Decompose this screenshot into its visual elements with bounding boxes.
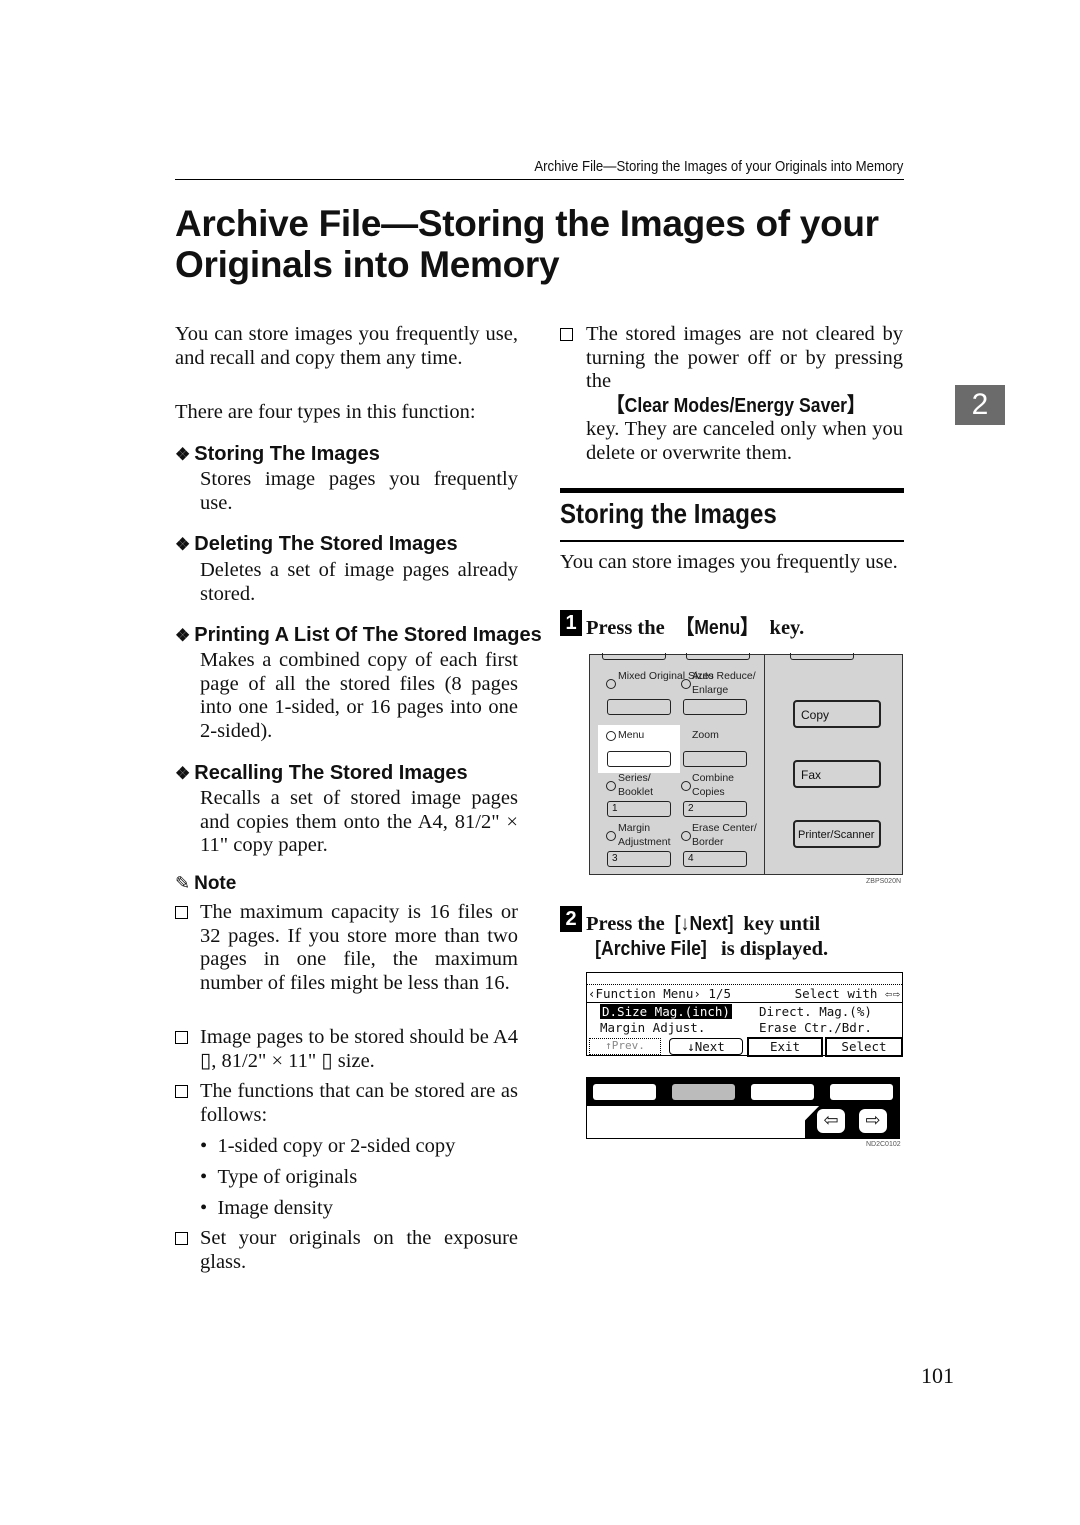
section-heading: Storing the Images xyxy=(560,498,777,529)
type-heading-deleting: ❖ Deleting The Stored Images xyxy=(175,533,458,555)
panel-label: Combine Copies xyxy=(692,772,735,798)
checkbox-bullet-icon xyxy=(175,1232,188,1245)
selection-key[interactable] xyxy=(672,1084,735,1100)
auto-reduce-key[interactable] xyxy=(683,699,747,715)
printer-scanner-button[interactable]: Printer/Scanner xyxy=(793,820,881,848)
lcd-next-softkey[interactable]: ↓Next xyxy=(669,1038,743,1055)
note-heading: ✎ Note xyxy=(175,873,237,894)
bullet-item: • Image density xyxy=(200,1197,334,1219)
left-arrow-icon[interactable]: ⇦ xyxy=(817,1109,845,1133)
lcd-header-right: Select with ⇦⇨ xyxy=(794,986,900,1001)
right-arrow-icon[interactable]: ⇨ xyxy=(859,1109,887,1133)
intro-text: You can store images you frequently use,… xyxy=(175,323,518,369)
checkbox-bullet-icon xyxy=(175,1085,188,1098)
note-item: The maximum capacity is 16 files or 32 p… xyxy=(175,901,518,995)
header-rule xyxy=(175,179,904,180)
mixed-original-key[interactable] xyxy=(607,699,671,715)
number-key[interactable]: 4 xyxy=(683,851,747,867)
panel-label: Auto Reduce/ Enlarge xyxy=(692,670,756,696)
checkbox-bullet-icon xyxy=(175,906,188,919)
type-text-recalling: Recalls a set of stored image pages and … xyxy=(200,787,518,856)
copy-button[interactable]: Copy xyxy=(793,700,881,728)
lcd-item[interactable]: Erase Ctr./Bdr. xyxy=(759,1020,872,1035)
note-item: Image pages to be stored should be A4 ▯,… xyxy=(175,1026,518,1073)
lcd-item[interactable]: Direct. Mag.(%) xyxy=(759,1004,872,1019)
panel-label: Series/ Booklet xyxy=(618,772,654,798)
lcd-display: ‹Function Menu› 1/5 Select with ⇦⇨ D.Siz… xyxy=(586,972,903,1057)
lcd-select-softkey[interactable]: Select xyxy=(825,1037,903,1057)
note-item: Set your originals on the exposure glass… xyxy=(175,1227,518,1274)
figure-code: ZBPS020N xyxy=(866,878,902,885)
fax-button[interactable]: Fax xyxy=(793,760,881,788)
pencil-icon: ✎ xyxy=(175,873,191,893)
menu-key[interactable] xyxy=(607,751,671,767)
zoom-key[interactable] xyxy=(683,751,747,767)
selection-key[interactable] xyxy=(830,1084,893,1100)
bullet-item: • 1-sided copy or 2-sided copy xyxy=(200,1135,456,1157)
panel-label: Margin Adjustment xyxy=(618,822,671,848)
section-rule-bottom xyxy=(560,540,904,542)
section-intro: You can store images you frequently use. xyxy=(560,551,898,573)
selection-keys-illustration: ⇦ ⇨ xyxy=(586,1077,900,1139)
chapter-tab: 2 xyxy=(955,385,1005,425)
panel-label: Menu xyxy=(618,729,645,741)
checkbox-bullet-icon xyxy=(175,1031,188,1044)
type-heading-recalling: ❖ Recalling The Stored Images xyxy=(175,762,468,784)
number-key[interactable]: 3 xyxy=(607,851,671,867)
panel-label: Erase Center/ Border xyxy=(692,822,757,848)
page-title: Archive File—Storing the Images of your … xyxy=(175,203,879,285)
type-text-deleting: Deletes a set of image pages already sto… xyxy=(200,559,518,605)
number-key[interactable]: 1 xyxy=(607,801,671,817)
lcd-header-left: ‹Function Menu› 1/5 xyxy=(588,986,731,1001)
step-number: 2 xyxy=(560,906,582,932)
panel-label: Zoom xyxy=(692,729,719,741)
note-item: The functions that can be stored are as … xyxy=(175,1080,518,1127)
type-text-storing: Stores image pages you frequently use. xyxy=(200,468,518,514)
type-heading-storing: ❖ Storing The Images xyxy=(175,443,380,465)
checkbox-bullet-icon xyxy=(560,328,573,341)
manual-page: Archive File—Storing the Images of your … xyxy=(0,0,1080,1525)
step-number: 1 xyxy=(560,610,582,636)
lcd-prev-softkey[interactable]: ↑Prev. xyxy=(589,1038,661,1055)
lcd-item[interactable]: Margin Adjust. xyxy=(600,1020,705,1035)
type-heading-printing: ❖ Printing A List Of The Stored Images xyxy=(175,624,542,646)
lcd-item-selected[interactable]: D.Size Mag.(inch) xyxy=(600,1004,732,1019)
running-header: Archive File—Storing the Images of your … xyxy=(533,158,903,175)
types-intro: There are four types in this function: xyxy=(175,401,476,423)
step1-text: Press the 【Menu】 key. xyxy=(586,616,805,639)
lcd-exit-softkey[interactable]: Exit xyxy=(747,1037,823,1057)
type-text-printing: Makes a combined copy of each first page… xyxy=(200,649,518,742)
selection-key[interactable] xyxy=(751,1084,814,1100)
number-key[interactable]: 2 xyxy=(683,801,747,817)
selection-key[interactable] xyxy=(593,1084,656,1100)
step2-text: Press the [↓Next] key until [Archive Fil… xyxy=(586,912,829,960)
figure-code: ND2C0102 xyxy=(866,1141,901,1148)
power-note: The stored images are not cleared by tur… xyxy=(560,323,903,465)
bullet-item: • Type of originals xyxy=(200,1166,358,1188)
page-number: 101 xyxy=(921,1363,954,1388)
control-panel-illustration: Mixed Original Sizes Auto Reduce/ Enlarg… xyxy=(589,653,903,875)
section-rule-top xyxy=(560,488,904,493)
